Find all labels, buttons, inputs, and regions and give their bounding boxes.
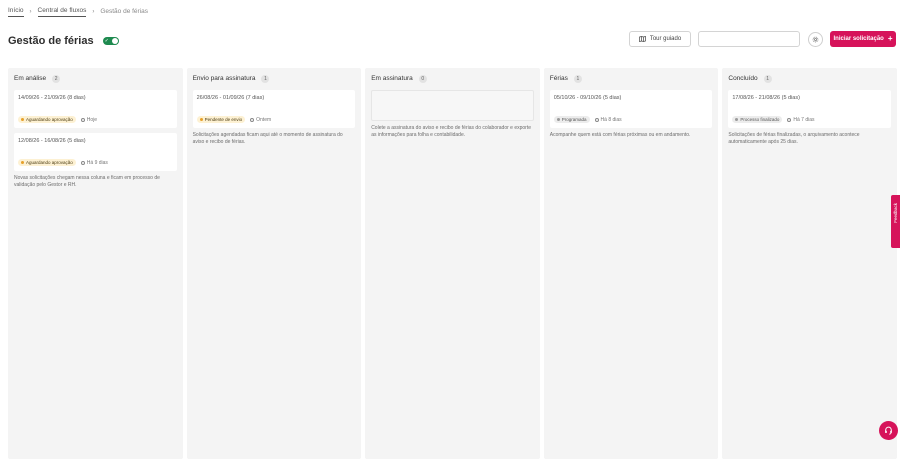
flow-toggle[interactable]: ✓ (102, 37, 119, 45)
title-wrap: Gestão de férias ✓ (8, 33, 119, 49)
column-title: Férias (549, 75, 568, 82)
status-badge: Pendente de envio (196, 116, 246, 123)
status-badge: Aguardando aprovação (18, 159, 76, 166)
clock-icon (250, 117, 255, 122)
breadcrumb-home[interactable]: Início (8, 7, 24, 17)
tour-button[interactable]: Tour guiado (629, 31, 691, 47)
card-time: Há 8 dias (594, 116, 622, 123)
card-footer: Aguardando aprovação Há 9 dias (18, 159, 108, 166)
card-dates: 14/09/26 - 21/09/26 (8 dias) (18, 95, 86, 101)
column-header: Concluído 1 (728, 72, 891, 85)
request-card[interactable]: 26/08/26 - 01/09/26 (7 dias) Pendente de… (192, 90, 356, 128)
column-header: Em assinatura 0 (371, 72, 534, 85)
page-header: Gestão de férias ✓ Tour guiado Iniciar s… (8, 31, 896, 51)
clock-icon (594, 117, 599, 122)
card-dates: 17/08/26 - 21/08/26 (5 dias) (732, 95, 800, 101)
status-dot (556, 118, 560, 121)
breadcrumb-central-fluxos[interactable]: Central de fluxos (37, 7, 87, 17)
status-label: Pendente de envio (204, 117, 243, 122)
start-request-button[interactable]: Iniciar solicitação + (830, 31, 896, 47)
check-icon: ✓ (104, 38, 109, 44)
card-time-label: Hoje (86, 116, 98, 123)
card-footer: Processo finalizado Há 7 dias (732, 116, 815, 123)
column-header: Em análise 2 (14, 72, 177, 85)
card-time-label: Há 7 dias (793, 116, 815, 123)
card-time-label: Há 8 dias (600, 116, 622, 123)
headset-icon (885, 426, 892, 435)
status-badge: Programada (553, 116, 590, 123)
column-concluido: Concluído 1 17/08/26 - 21/08/26 (5 dias)… (722, 68, 897, 459)
card-dates: 26/08/26 - 01/09/26 (7 dias) (196, 95, 265, 101)
page-title: Gestão de férias (8, 35, 94, 47)
card-dates: 05/10/26 - 09/10/26 (5 dias) (553, 95, 622, 101)
card-footer: Pendente de envio Ontem (196, 116, 271, 123)
search-input[interactable] (698, 31, 800, 47)
map-icon (638, 36, 646, 42)
card-footer: Aguardando aprovação Hoje (18, 116, 97, 123)
status-dot (735, 118, 739, 121)
card-footer: Programada Há 8 dias (553, 116, 622, 123)
card-time: Hoje (80, 116, 98, 123)
toggle-knob (111, 38, 118, 44)
column-description: Colete a assinatura do aviso e recibo de… (371, 125, 532, 138)
status-badge: Aguardando aprovação (18, 116, 76, 123)
clock-icon (80, 160, 85, 165)
status-dot (199, 118, 203, 121)
column-description: Novas solicitações chegam nessa coluna e… (14, 175, 160, 188)
tour-button-label: Tour guiado (649, 36, 682, 42)
column-description: Solicitações agendadas ficam aqui até o … (192, 132, 343, 145)
column-description: Solicitações de férias finalizadas, o ar… (728, 132, 860, 145)
breadcrumb: Início › Central de fluxos › Gestão de f… (8, 7, 148, 17)
column-title: Envio para assinatura (192, 75, 256, 82)
status-dot (21, 161, 24, 164)
card-time-label: Há 9 dias (86, 159, 108, 166)
request-card[interactable]: 14/09/26 - 21/09/26 (8 dias) Aguardando … (14, 90, 177, 128)
status-badge: Processo finalizado (732, 116, 783, 123)
gear-icon (812, 36, 819, 42)
request-card[interactable]: 12/08/26 - 16/08/26 (5 dias) Aguardando … (14, 133, 177, 171)
column-title: Concluído (728, 75, 758, 82)
breadcrumb-current: Gestão de férias (100, 7, 149, 15)
card-time: Há 9 dias (80, 159, 108, 166)
kanban-board: Em análise 2 14/09/26 - 21/09/26 (8 dias… (8, 68, 897, 459)
column-ferias: Férias 1 05/10/26 - 09/10/26 (5 dias) Pr… (543, 68, 719, 459)
header-actions: Tour guiado Iniciar solicitação + (629, 31, 896, 47)
card-time-label: Ontem (256, 116, 272, 123)
feedback-label: Feedback (893, 203, 898, 223)
settings-button[interactable] (808, 31, 823, 47)
chevron-right-icon: › (29, 9, 32, 15)
column-count-badge: 1 (573, 74, 582, 83)
column-title: Em análise (14, 75, 47, 82)
column-envio-assinatura: Envio para assinatura 1 26/08/26 - 01/09… (186, 68, 362, 459)
column-header: Férias 1 (550, 72, 713, 85)
column-em-assinatura: Em assinatura 0 Colete a assinatura do a… (365, 68, 540, 459)
column-em-analise: Em análise 2 14/09/26 - 21/09/26 (8 dias… (8, 68, 183, 459)
column-title: Em assinatura (371, 75, 413, 82)
status-label: Programada (561, 117, 587, 122)
request-card[interactable]: 05/10/26 - 09/10/26 (5 dias) Programada … (549, 90, 713, 128)
request-card[interactable]: 17/08/26 - 21/08/26 (5 dias) Processo fi… (728, 90, 891, 128)
status-label: Aguardando aprovação (26, 160, 73, 165)
clock-icon (80, 117, 85, 122)
column-count-badge: 1 (763, 74, 772, 83)
column-count-badge: 0 (418, 74, 427, 83)
card-dates: 12/08/26 - 16/08/26 (5 dias) (18, 138, 86, 144)
card-time: Há 7 dias (787, 116, 815, 123)
empty-drop-zone (371, 90, 534, 121)
column-count-badge: 2 (52, 74, 61, 83)
feedback-tab[interactable]: Feedback (891, 195, 900, 248)
chevron-right-icon: › (92, 9, 95, 15)
start-request-label: Iniciar solicitação (833, 36, 884, 42)
card-time: Ontem (250, 117, 271, 123)
column-description: Acompanhe quem está com férias próximas … (549, 132, 691, 138)
status-label: Aguardando aprovação (26, 117, 73, 122)
status-label: Processo finalizado (740, 117, 780, 122)
column-header: Envio para assinatura 1 (193, 72, 356, 85)
clock-icon (787, 117, 792, 122)
help-button[interactable] (879, 421, 898, 440)
column-count-badge: 1 (261, 74, 270, 83)
plus-icon: + (887, 34, 893, 43)
status-dot (21, 118, 24, 121)
